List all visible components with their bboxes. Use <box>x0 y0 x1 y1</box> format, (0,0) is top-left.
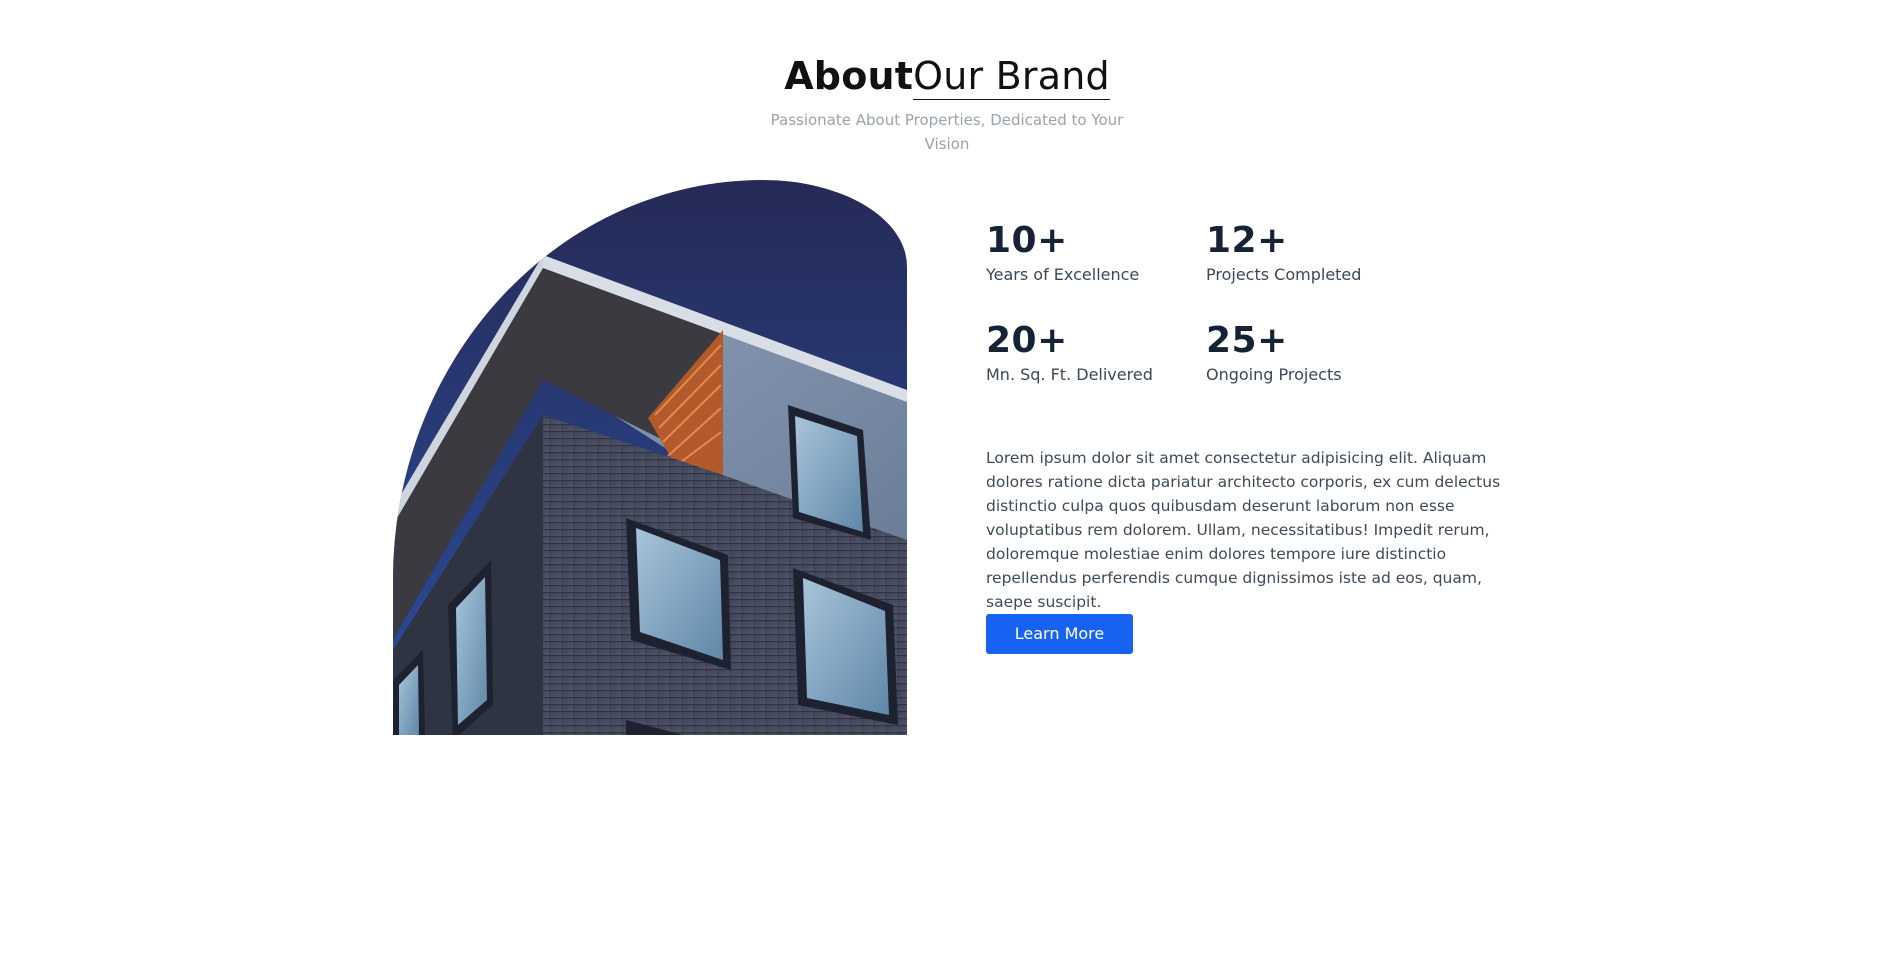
stat-label: Projects Completed <box>1206 265 1362 284</box>
stat-number: 25+ <box>1206 320 1288 361</box>
stat-item: 20+ Mn. Sq. Ft. Delivered <box>986 320 1206 386</box>
building-illustration <box>393 180 907 735</box>
learn-more-button[interactable]: Learn More <box>986 614 1133 654</box>
title-strong: About <box>784 54 914 98</box>
stat-item: 10+ Years of Excellence <box>986 220 1206 286</box>
stat-item: 25+ Ongoing Projects <box>1206 320 1426 386</box>
stat-number: 20+ <box>986 320 1068 361</box>
stat-number: 12+ <box>1206 220 1288 261</box>
stat-label: Mn. Sq. Ft. Delivered <box>986 365 1153 384</box>
about-description: Lorem ipsum dolor sit amet consectetur a… <box>986 448 1501 611</box>
section-subtitle: Passionate About Properties, Dedicated t… <box>770 111 1124 153</box>
page-title: AboutOur Brand <box>784 52 1110 100</box>
stat-label: Years of Excellence <box>986 265 1140 284</box>
stat-item: 12+ Projects Completed <box>1206 220 1426 286</box>
stat-label: Ongoing Projects <box>1206 365 1342 384</box>
section-header: AboutOur Brand Passionate About Properti… <box>0 52 1894 156</box>
building-image <box>393 180 907 735</box>
about-section: AboutOur Brand Passionate About Properti… <box>0 0 1894 953</box>
stats-grid: 10+ Years of Excellence 12+ Projects Com… <box>986 220 1466 386</box>
title-light: Our Brand <box>913 54 1110 100</box>
stat-number: 10+ <box>986 220 1068 261</box>
